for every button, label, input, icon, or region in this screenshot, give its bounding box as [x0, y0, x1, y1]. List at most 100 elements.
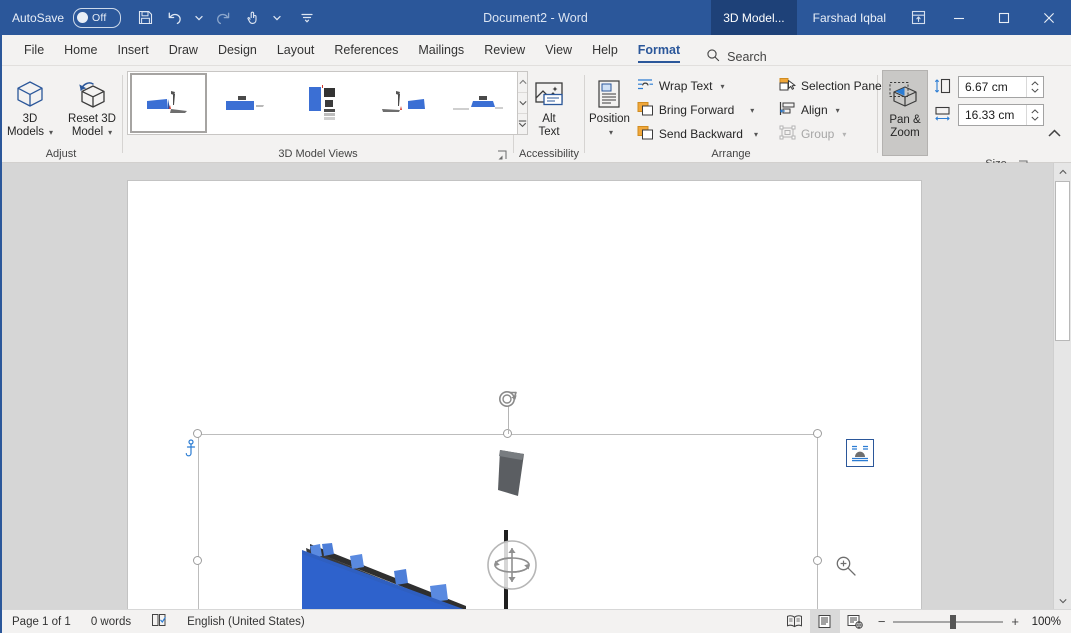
bring-forward-button[interactable]: Bring Forward ▾ [632, 98, 768, 122]
language-indicator[interactable]: English (United States) [177, 610, 315, 633]
zoom-slider[interactable] [893, 614, 1004, 629]
model-view-thumb-5[interactable] [442, 75, 515, 131]
touch-mode-dropdown-icon[interactable] [269, 5, 285, 31]
proofing-status[interactable] [141, 610, 177, 633]
selected-3d-model[interactable] [185, 391, 874, 609]
tab-list: File Home Insert Draw Design Layout Refe… [0, 35, 690, 65]
tab-references[interactable]: References [324, 35, 408, 65]
3d-rotate-control-icon[interactable] [483, 536, 541, 594]
save-icon[interactable] [131, 5, 159, 31]
3d-models-button[interactable]: 3D Models ▾ [1, 70, 59, 139]
selection-pane-button[interactable]: Selection Pane [774, 74, 887, 98]
ribbon: 3D Models ▾ Reset 3D Model ▾ Adjust 3D M… [0, 66, 1071, 222]
tab-mailings[interactable]: Mailings [408, 35, 474, 65]
touch-mode-icon[interactable] [239, 5, 267, 31]
undo-icon[interactable] [161, 5, 189, 31]
proofing-icon [151, 613, 167, 630]
shape-height-input[interactable]: 6.67 cm [958, 76, 1044, 98]
zoom-model-icon[interactable] [834, 554, 856, 576]
shape-width-spinner[interactable] [1026, 105, 1043, 125]
page-indicator[interactable]: Page 1 of 1 [0, 610, 81, 633]
group-accessibility: Alt Text Accessibility [514, 66, 584, 162]
send-backward-dropdown-icon[interactable]: ▾ [749, 130, 763, 139]
group-dropdown-icon: ▾ [842, 129, 847, 139]
layout-options-button[interactable] [846, 439, 874, 467]
minimize-button[interactable] [936, 0, 981, 35]
zoom-slider-thumb[interactable] [950, 614, 957, 629]
align-icon [779, 101, 796, 119]
view-read-mode[interactable] [780, 610, 810, 633]
autosave-state: Off [92, 11, 107, 24]
3d-model-views-gallery[interactable] [127, 71, 518, 135]
shape-width-input[interactable]: 16.33 cm [958, 104, 1044, 126]
model-view-thumb-4[interactable] [365, 75, 438, 131]
pan-and-zoom-button[interactable]: Pan & Zoom [882, 70, 928, 156]
collapse-ribbon-icon[interactable] [1043, 122, 1065, 144]
ribbon-display-options-icon[interactable] [900, 0, 936, 35]
handle-top-left[interactable] [193, 429, 202, 438]
redo-icon[interactable] [209, 5, 237, 31]
document-vertical-scrollbar[interactable] [1053, 163, 1071, 609]
word-count[interactable]: 0 words [81, 610, 141, 633]
tab-draw[interactable]: Draw [159, 35, 208, 65]
reset-3d-model-dropdown-icon[interactable]: ▾ [108, 126, 112, 139]
selection-pane-icon [779, 77, 796, 95]
tab-layout[interactable]: Layout [267, 35, 325, 65]
views-dialog-launcher-icon[interactable] [495, 148, 509, 162]
tab-review[interactable]: Review [474, 35, 535, 65]
reset-3d-model-button[interactable]: Reset 3D Model ▾ [63, 70, 121, 139]
position-dropdown-icon[interactable]: ▾ [609, 126, 613, 139]
handle-middle-left[interactable] [193, 556, 202, 565]
alt-text-button[interactable]: Alt Text [520, 70, 578, 139]
bring-forward-dropdown-icon[interactable]: ▾ [745, 106, 759, 115]
3d-models-dropdown-icon[interactable]: ▾ [49, 126, 53, 139]
reset-3d-model-label-2: Model [71, 126, 104, 138]
context-tab-3d-model[interactable]: 3D Model... [711, 0, 797, 35]
scroll-up-icon[interactable] [1054, 163, 1071, 180]
zoom-control[interactable]: − + [870, 614, 1027, 629]
customize-qat-icon[interactable] [293, 5, 321, 31]
arrange-col-2: Selection Pane Align ▾ Group ▾ [774, 70, 887, 146]
title-right-cluster: 3D Model... Farshad Iqbal [711, 0, 1071, 35]
autosave-toggle[interactable]: Off [73, 7, 122, 28]
tab-insert[interactable]: Insert [108, 35, 159, 65]
group-button: Group ▾ [774, 122, 887, 146]
shape-height-spinner[interactable] [1026, 77, 1043, 97]
tab-view[interactable]: View [535, 35, 582, 65]
reset-3d-model-label-1: Reset 3D [68, 113, 116, 125]
view-web-layout[interactable] [840, 610, 870, 633]
handle-middle-right[interactable] [813, 556, 822, 565]
view-print-layout[interactable] [809, 610, 840, 633]
scroll-down-icon[interactable] [1054, 592, 1071, 609]
rotate-handle-icon[interactable] [497, 388, 519, 410]
position-button[interactable]: Position ▾ [589, 70, 630, 139]
wrap-text-dropdown-icon[interactable]: ▾ [721, 82, 725, 91]
zoom-out-button[interactable]: − [878, 614, 886, 629]
align-button[interactable]: Align ▾ [774, 98, 887, 122]
tab-home[interactable]: Home [54, 35, 107, 65]
tab-design[interactable]: Design [208, 35, 267, 65]
tab-help[interactable]: Help [582, 35, 628, 65]
pan-zoom-label-1: Pan & [889, 114, 921, 126]
document-area[interactable] [0, 163, 1071, 609]
undo-dropdown-icon[interactable] [191, 5, 207, 31]
model-view-thumb-3[interactable] [288, 75, 361, 131]
zoom-in-button[interactable]: + [1011, 614, 1019, 629]
zoom-percent[interactable]: 100% [1027, 616, 1071, 628]
wrap-text-button[interactable]: Wrap Text ▾ [632, 74, 768, 98]
scrollbar-thumb[interactable] [1055, 181, 1070, 341]
align-dropdown-icon[interactable]: ▾ [836, 106, 840, 115]
object-anchor-icon [184, 439, 198, 457]
cube-icon [13, 76, 47, 110]
account-name[interactable]: Farshad Iqbal [797, 11, 900, 25]
tab-file[interactable]: File [14, 35, 54, 65]
handle-top-right[interactable] [813, 429, 822, 438]
close-button[interactable] [1026, 0, 1071, 35]
search-box[interactable]: Search [706, 48, 767, 65]
restore-button[interactable] [981, 0, 1026, 35]
model-view-thumb-1[interactable] [130, 73, 207, 133]
send-backward-button[interactable]: Send Backward ▾ [632, 122, 768, 146]
model-view-thumb-2[interactable] [211, 75, 284, 131]
size-fields: 6.67 cm 16.33 cm [928, 70, 1044, 126]
tab-format[interactable]: Format [628, 35, 690, 65]
